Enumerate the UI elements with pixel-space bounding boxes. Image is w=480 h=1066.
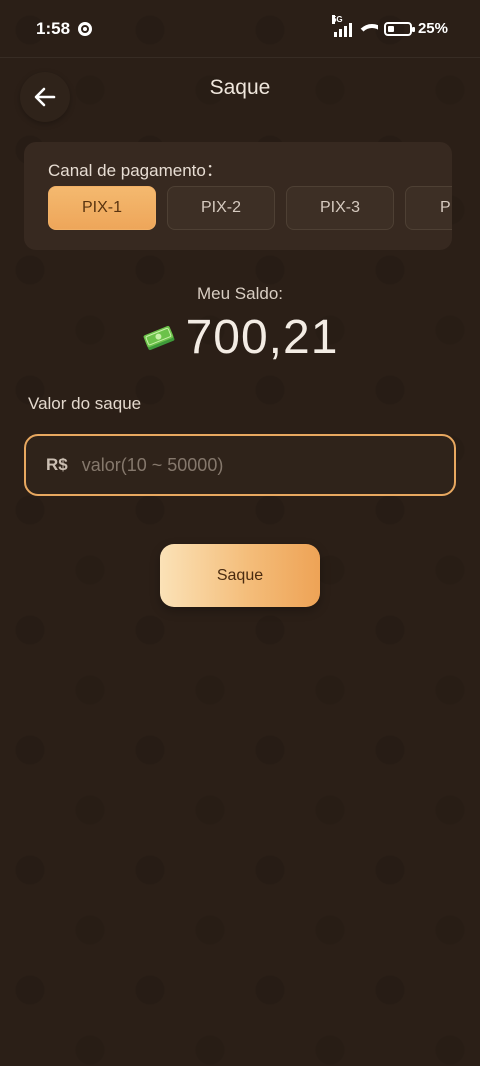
withdraw-amount-input[interactable] xyxy=(81,454,454,476)
channel-option-pix-3[interactable]: PIX-3 xyxy=(286,186,394,230)
app-header: Saque xyxy=(0,58,480,122)
status-bar: 1:58 5G 25% xyxy=(0,0,480,58)
channel-option-pix-2[interactable]: PIX-2 xyxy=(167,186,275,230)
chrome-icon xyxy=(78,21,93,36)
status-time: 1:58 xyxy=(36,18,71,38)
cellular-signal-icon: 5G xyxy=(331,14,352,37)
payment-channel-options: PIX-1 PIX-2 PIX-3 P xyxy=(48,186,452,230)
balance-label: Meu Saldo: xyxy=(197,284,283,303)
network-type-label: 5G xyxy=(331,14,343,24)
payment-channel-card: Canal de pagamento： PIX-1 PIX-2 PIX-3 P xyxy=(24,142,452,250)
battery-percent: 25% xyxy=(417,20,448,37)
channel-option-pix-4[interactable]: P xyxy=(405,186,452,230)
channel-option-pix-1[interactable]: PIX-1 xyxy=(48,186,156,230)
withdraw-amount-label: Valor do saque xyxy=(28,394,142,413)
payment-channel-label: Canal de pagamento： xyxy=(48,161,223,180)
wifi-icon xyxy=(357,22,378,36)
page-title: Saque xyxy=(209,76,271,99)
balance-value: 700,21 xyxy=(185,311,339,364)
currency-prefix: R$ xyxy=(46,455,68,474)
money-bill-icon xyxy=(143,325,174,350)
balance-row: 700,21 xyxy=(0,310,480,365)
withdraw-amount-field[interactable]: R$ xyxy=(24,434,456,496)
battery-icon xyxy=(383,21,415,36)
saque-button[interactable]: Saque xyxy=(160,544,320,607)
